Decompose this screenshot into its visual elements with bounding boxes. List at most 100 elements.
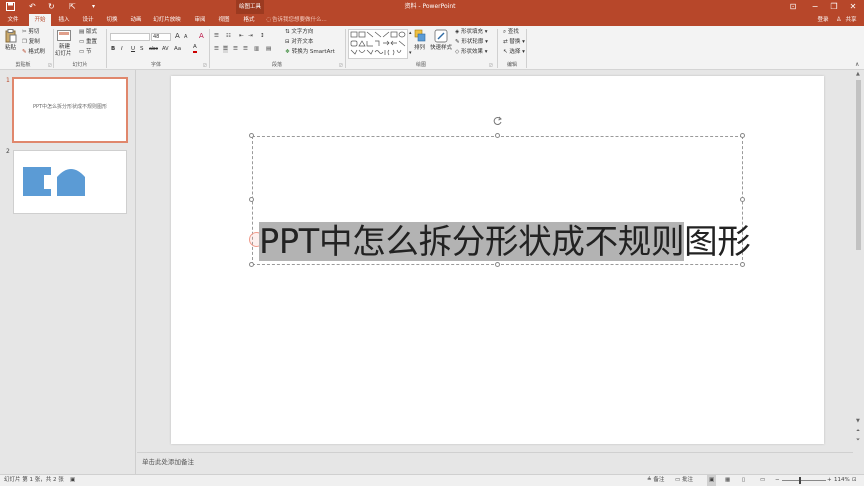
change-case-button[interactable]: Aa — [174, 45, 181, 53]
dialog-launcher-icon[interactable]: ◲ — [489, 62, 493, 67]
bold-button[interactable]: B — [111, 45, 115, 53]
clear-formatting-button[interactable]: A — [199, 32, 204, 40]
zoom-out-icon[interactable]: − — [775, 474, 780, 486]
paste-icon[interactable] — [5, 29, 17, 43]
bullets-icon[interactable]: ☰ — [214, 32, 219, 40]
start-from-beginning-icon[interactable]: ⇱ — [69, 2, 76, 12]
spellcheck-icon[interactable]: ▣ — [70, 474, 75, 486]
shrink-font-button[interactable]: A — [184, 33, 187, 41]
tab-transitions[interactable]: 切换 — [102, 14, 122, 26]
tab-slideshow[interactable]: 幻灯片放映 — [150, 14, 184, 26]
slide-title-text[interactable]: PPT中怎么拆分形状成不规则图形 — [259, 222, 751, 262]
maximize-icon[interactable]: ❐ — [827, 1, 841, 13]
shape-fill-button[interactable]: ◈ 形状填充 ▾ — [455, 28, 488, 36]
slide-sorter-icon[interactable]: ▦ — [725, 474, 730, 486]
tab-home[interactable]: 开始 — [29, 14, 51, 26]
italic-button[interactable]: I — [121, 45, 123, 53]
zoom-level[interactable]: 114% — [834, 474, 850, 486]
align-text-button[interactable]: ⊟ 对齐文本 — [285, 38, 313, 46]
resize-handle[interactable] — [740, 262, 745, 267]
gallery-scroll-icon[interactable]: ▴ — [409, 29, 412, 37]
scroll-down-icon[interactable]: ▼ — [856, 418, 860, 424]
tab-insert[interactable]: 插入 — [54, 14, 74, 26]
sign-in-link[interactable]: 登录 — [814, 14, 832, 26]
resize-handle[interactable] — [249, 133, 254, 138]
quick-styles-button[interactable]: 快速样式 — [430, 44, 452, 52]
gallery-more-icon[interactable]: ▾ — [409, 49, 412, 57]
arrange-icon[interactable] — [414, 29, 426, 43]
reading-view-icon[interactable]: ▯ — [742, 474, 745, 486]
dialog-launcher-icon[interactable]: ◲ — [48, 62, 52, 67]
new-slide-icon[interactable] — [57, 29, 71, 41]
font-color-button[interactable]: A — [193, 44, 197, 53]
undo-icon[interactable]: ↶ — [29, 2, 36, 12]
columns-icon[interactable]: ▥ — [254, 45, 259, 53]
shape-outline-button[interactable]: ✎ 形状轮廓 ▾ — [455, 38, 488, 46]
shapes-gallery[interactable] — [348, 29, 408, 59]
arrange-button[interactable]: 排列 — [414, 44, 425, 52]
align-left-icon[interactable]: ☰ — [214, 45, 219, 53]
dialog-launcher-icon[interactable]: ◲ — [339, 62, 343, 67]
copy-button[interactable]: ❐ 复制 — [22, 38, 40, 46]
resize-handle[interactable] — [740, 197, 745, 202]
select-button[interactable]: ↖ 选择 ▾ — [503, 48, 525, 56]
customize-quick-access-icon[interactable]: ▾ — [92, 2, 95, 12]
text-shadow-button[interactable]: S — [140, 45, 144, 53]
tab-view[interactable]: 视图 — [214, 14, 234, 26]
tell-me-search[interactable]: 告诉我您想要做什么... — [272, 14, 327, 26]
share-button[interactable]: 共享 — [843, 14, 859, 26]
strikethrough-button[interactable]: abc — [149, 45, 158, 53]
scroll-up-icon[interactable]: ▲ — [856, 71, 860, 77]
save-icon[interactable] — [6, 2, 15, 14]
slideshow-view-icon[interactable]: ▭ — [760, 474, 765, 486]
increase-indent-icon[interactable]: ⇥ — [248, 32, 253, 40]
cut-button[interactable]: ✂ 剪切 — [22, 28, 39, 36]
slide-thumbnail-2[interactable] — [13, 150, 127, 214]
resize-handle[interactable] — [249, 197, 254, 202]
fit-slide-icon[interactable]: ⊡ — [852, 474, 857, 486]
font-family-combo[interactable] — [110, 33, 150, 41]
character-spacing-button[interactable]: AV — [162, 45, 169, 53]
align-center-icon[interactable]: ☰ — [223, 45, 228, 53]
text-direction-button[interactable]: ⇅ 文字方向 — [285, 28, 313, 36]
underline-button[interactable]: U — [131, 45, 135, 53]
replace-button[interactable]: ⇄ 替换 ▾ — [503, 38, 525, 46]
decrease-indent-icon[interactable]: ⇤ — [239, 32, 244, 40]
next-slide-icon[interactable]: ⏷ — [856, 437, 860, 443]
tab-review[interactable]: 审阅 — [190, 14, 210, 26]
find-button[interactable]: ⌕ 查找 — [503, 28, 519, 36]
tab-design[interactable]: 设计 — [78, 14, 98, 26]
notes-toggle-button[interactable]: ≜ 备注 — [647, 474, 664, 486]
minimize-icon[interactable]: − — [808, 1, 822, 13]
section-button[interactable]: ▭ 节 — [79, 48, 91, 56]
tab-format[interactable]: 格式 — [238, 14, 260, 26]
convert-smartart-button[interactable]: ❖ 转换为 SmartArt — [285, 48, 335, 56]
notes-placeholder[interactable]: 单击此处添加备注 — [142, 456, 194, 466]
normal-view-icon[interactable]: ▣ — [707, 474, 717, 486]
resize-handle[interactable] — [495, 133, 500, 138]
zoom-in-icon[interactable]: + — [827, 474, 832, 486]
notes-pane[interactable] — [137, 452, 853, 474]
resize-handle[interactable] — [495, 262, 500, 267]
grow-font-button[interactable]: A — [175, 32, 180, 40]
format-painter-button[interactable]: ✎ 格式刷 — [22, 48, 45, 56]
shape-effects-button[interactable]: ◇ 形状效果 ▾ — [455, 48, 488, 56]
close-icon[interactable]: ✕ — [846, 1, 860, 13]
redo-icon[interactable]: ↻ — [48, 2, 55, 12]
scrollbar-thumb[interactable] — [856, 80, 861, 250]
dialog-launcher-icon[interactable]: ◲ — [203, 62, 207, 67]
resize-handle[interactable] — [249, 262, 254, 267]
rotate-handle-icon[interactable] — [492, 116, 503, 127]
paste-button[interactable]: 粘贴 — [5, 44, 16, 52]
collapse-ribbon-icon[interactable]: ∧ — [855, 61, 859, 68]
slide-thumbnail-1[interactable]: PPT中怎么拆分形状成不规则图形 — [12, 77, 128, 143]
line-spacing-icon[interactable]: ↕ — [260, 32, 265, 40]
ribbon-display-options-icon[interactable]: ⊡ — [786, 1, 800, 13]
tab-file[interactable]: 文件 — [2, 14, 24, 26]
comments-toggle-button[interactable]: ▭ 批注 — [675, 474, 693, 486]
justify-icon[interactable]: ☰ — [243, 45, 248, 53]
align-right-icon[interactable]: ☰ — [233, 45, 238, 53]
quick-styles-icon[interactable] — [434, 29, 448, 43]
resize-handle[interactable] — [740, 133, 745, 138]
numbering-icon[interactable]: ☷ — [226, 32, 231, 40]
